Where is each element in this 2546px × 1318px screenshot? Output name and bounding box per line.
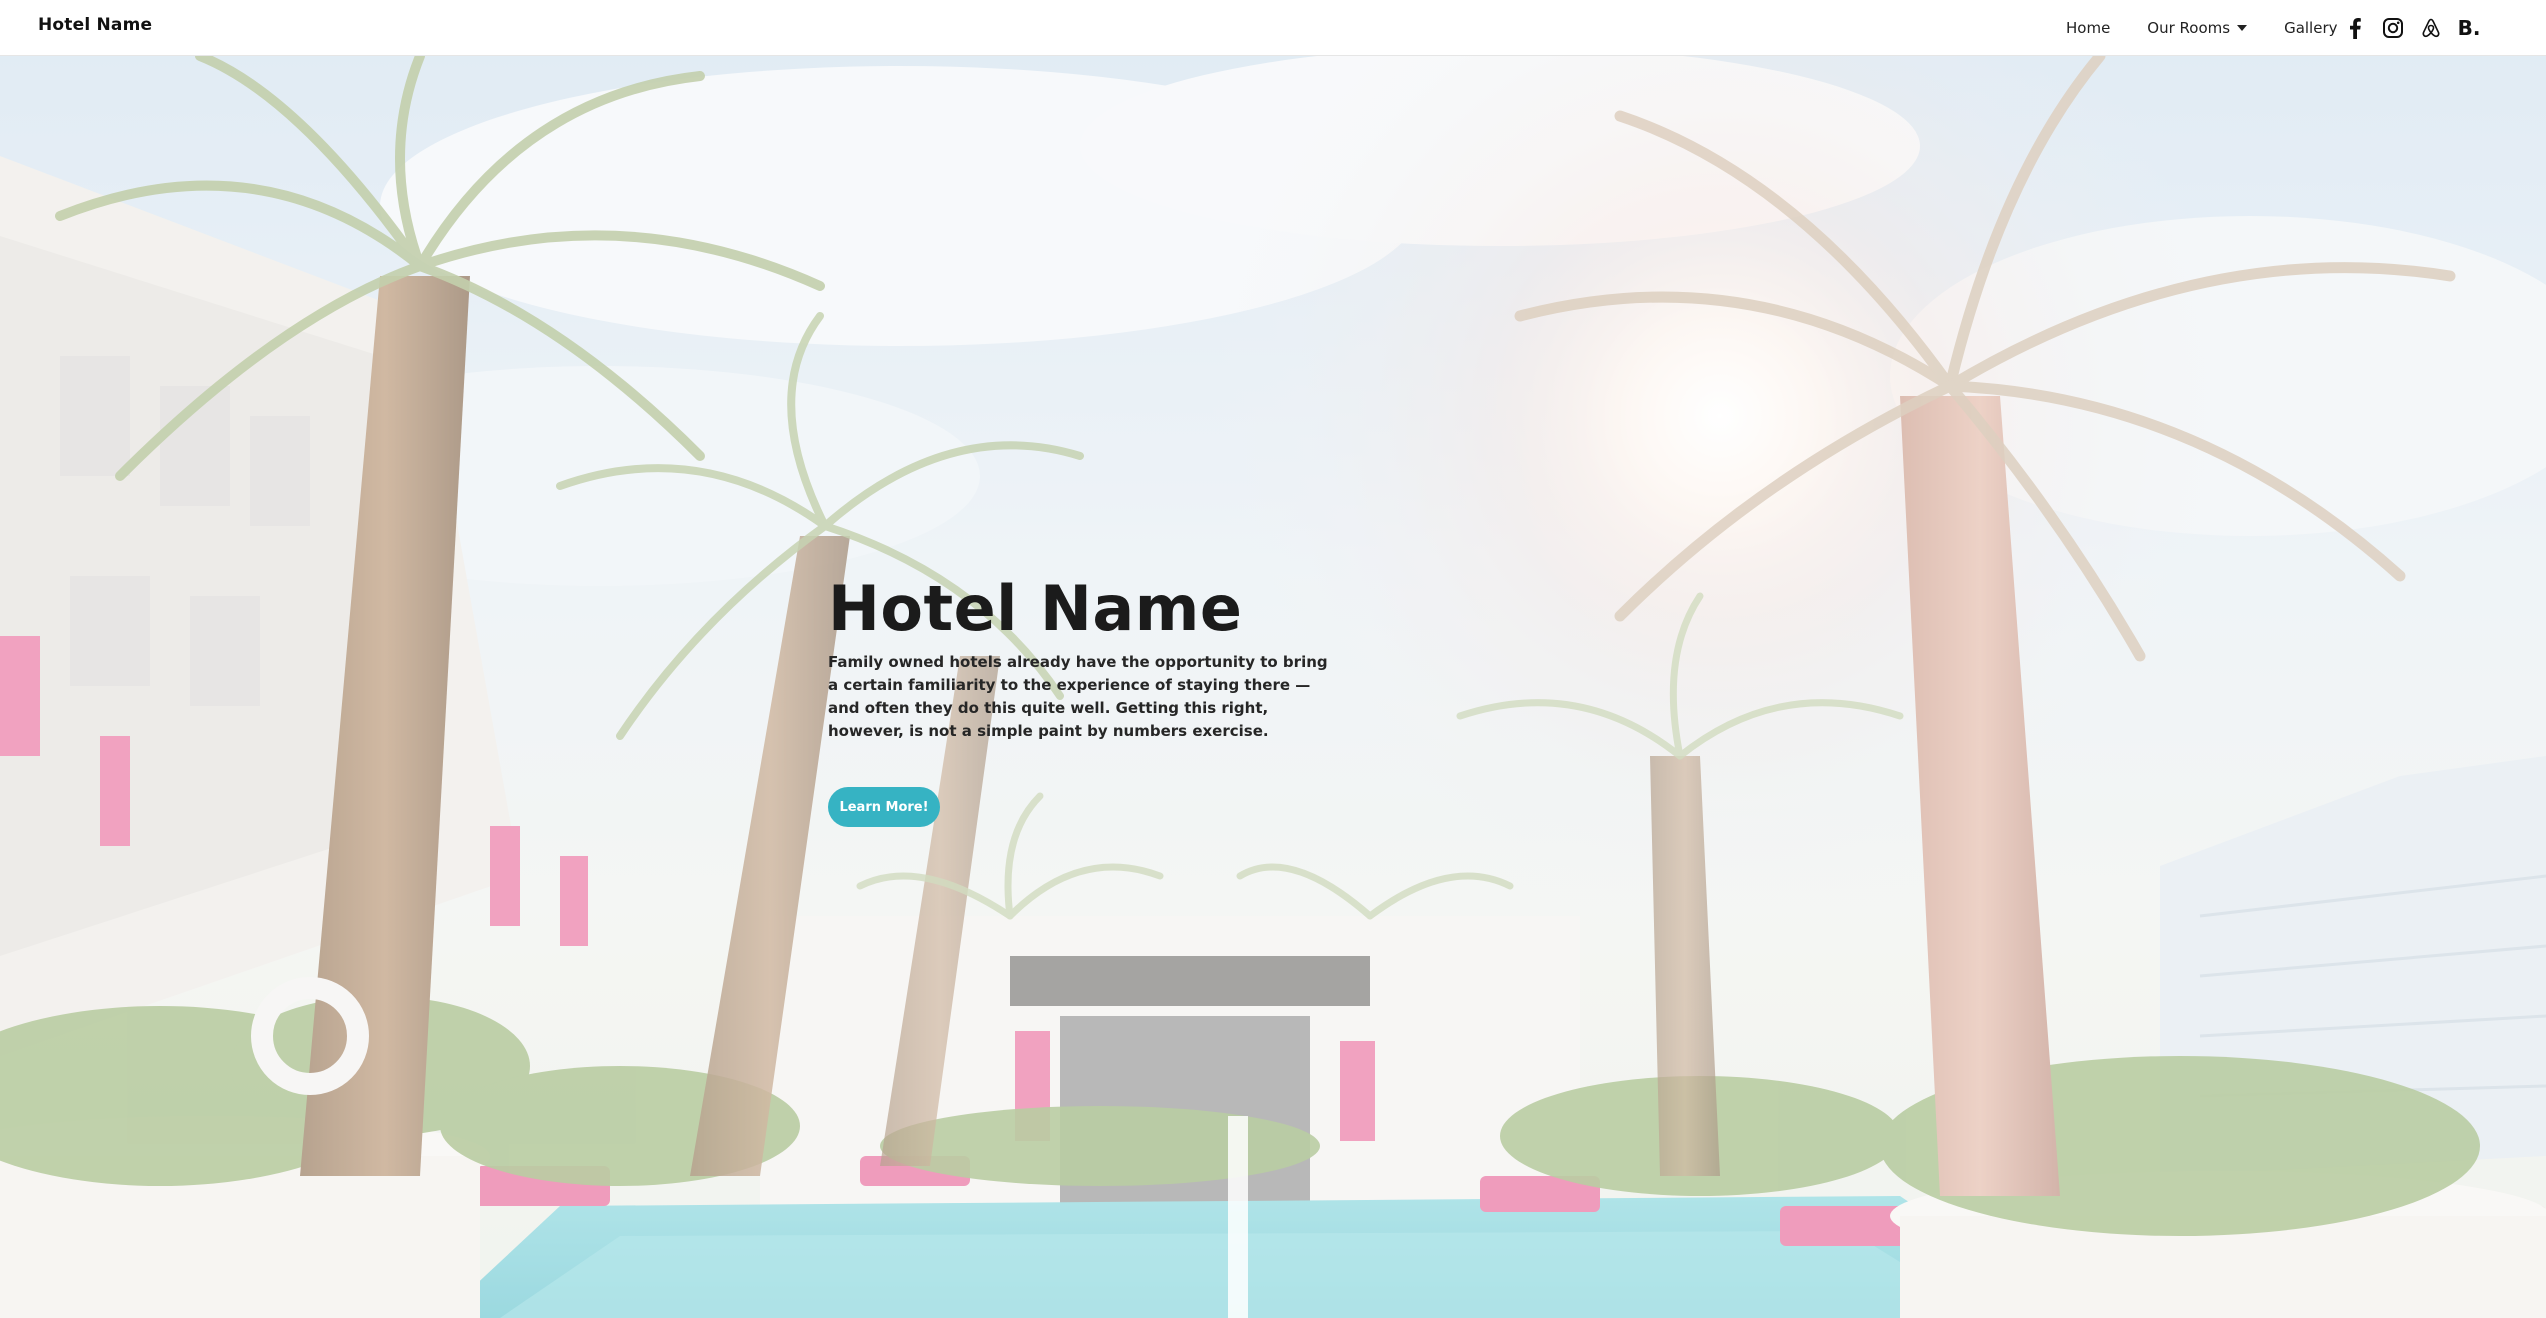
instagram-link[interactable] bbox=[2380, 15, 2406, 41]
hero-section: Hotel Name Family owned hotels already h… bbox=[0, 56, 2546, 1318]
nav-home-link[interactable]: Home bbox=[2066, 19, 2110, 37]
learn-more-button[interactable]: Learn More! bbox=[828, 787, 940, 827]
hero-description: Family owned hotels already have the opp… bbox=[828, 653, 1328, 740]
nav-gallery-link[interactable]: Gallery bbox=[2284, 19, 2337, 37]
airbnb-link[interactable] bbox=[2418, 15, 2444, 41]
nav-our-rooms-dropdown[interactable]: Our Rooms bbox=[2147, 19, 2248, 37]
top-navbar: Hotel Name Home Our Rooms Gallery B. bbox=[0, 0, 2546, 56]
brand-link[interactable]: Hotel Name bbox=[38, 15, 152, 35]
caret-down-icon bbox=[2237, 25, 2248, 31]
nav-our-rooms-label: Our Rooms bbox=[2147, 19, 2231, 37]
hero-title: Hotel Name bbox=[828, 572, 1243, 645]
facebook-link[interactable] bbox=[2342, 15, 2368, 41]
booking-link[interactable]: B. bbox=[2456, 15, 2482, 41]
facebook-icon bbox=[2350, 18, 2361, 39]
booking-icon: B. bbox=[2457, 16, 2481, 40]
nav-links: Home Our Rooms Gallery bbox=[2066, 0, 2375, 56]
instagram-icon bbox=[2383, 18, 2403, 38]
airbnb-icon bbox=[2422, 18, 2440, 38]
social-links: B. bbox=[2342, 0, 2494, 56]
